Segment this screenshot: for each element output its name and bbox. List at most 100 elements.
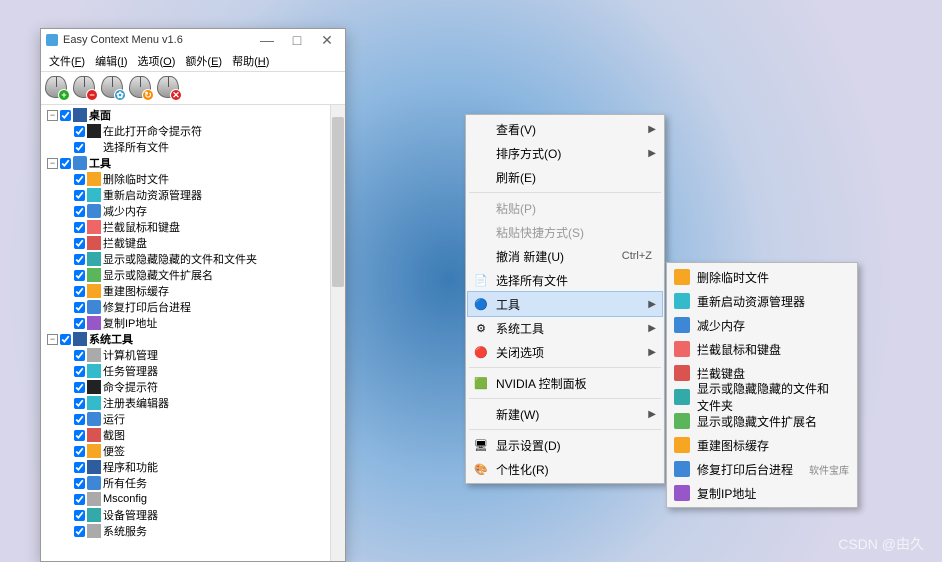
- tree-item-label[interactable]: 重建图标缓存: [103, 283, 169, 299]
- tree-checkbox[interactable]: [74, 430, 85, 441]
- tree-item-label[interactable]: 计算机管理: [103, 347, 158, 363]
- tree-item-label[interactable]: 设备管理器: [103, 507, 158, 523]
- tree-checkbox[interactable]: [74, 350, 85, 361]
- menu-h[interactable]: 帮助(H): [228, 52, 273, 70]
- tree-item-label[interactable]: 所有任务: [103, 475, 147, 491]
- tree-group-label[interactable]: 工具: [89, 155, 111, 171]
- tree-checkbox[interactable]: [74, 478, 85, 489]
- toolbar-delete-button[interactable]: ✕: [157, 76, 181, 100]
- tree-checkbox[interactable]: [74, 414, 85, 425]
- submenu-item[interactable]: 减少内存: [669, 313, 855, 337]
- menu-item[interactable]: 排序方式(O)▶: [468, 141, 662, 165]
- tree-checkbox[interactable]: [74, 382, 85, 393]
- tree-item-label[interactable]: 显示或隐藏隐藏的文件和文件夹: [103, 251, 257, 267]
- menu-item[interactable]: 撤消 新建(U)Ctrl+Z: [468, 244, 662, 268]
- toolbar-refresh-button[interactable]: ↻: [129, 76, 153, 100]
- titlebar[interactable]: Easy Context Menu v1.6 — □ ✕: [41, 29, 345, 51]
- menu-item[interactable]: 刷新(E): [468, 165, 662, 189]
- tree-checkbox[interactable]: [74, 286, 85, 297]
- menu-item[interactable]: 查看(V)▶: [468, 117, 662, 141]
- toolbar-settings-button[interactable]: ✿: [101, 76, 125, 100]
- menu-item[interactable]: 🔴关闭选项▶: [468, 340, 662, 364]
- menu-item[interactable]: 🟩NVIDIA 控制面板: [468, 371, 662, 395]
- scrollbar[interactable]: [330, 105, 345, 561]
- menu-i[interactable]: 编辑(I): [91, 52, 131, 70]
- tree-checkbox[interactable]: [74, 446, 85, 457]
- scrollbar-thumb[interactable]: [332, 117, 344, 287]
- tools-submenu[interactable]: 删除临时文件重新启动资源管理器减少内存拦截鼠标和键盘拦截键盘显示或隐藏隐藏的文件…: [666, 262, 858, 508]
- submenu-item[interactable]: 重新启动资源管理器: [669, 289, 855, 313]
- tree-checkbox[interactable]: [74, 318, 85, 329]
- tree-item-label[interactable]: 修复打印后台进程: [103, 299, 191, 315]
- tree-checkbox[interactable]: [74, 238, 85, 249]
- tree-item-label[interactable]: 任务管理器: [103, 363, 158, 379]
- maximize-button[interactable]: □: [289, 32, 305, 49]
- desktop-context-menu[interactable]: 查看(V)▶排序方式(O)▶刷新(E)粘贴(P)粘贴快捷方式(S)撤消 新建(U…: [465, 114, 665, 484]
- expand-toggle[interactable]: −: [47, 334, 58, 345]
- expand-toggle[interactable]: −: [47, 158, 58, 169]
- tree-checkbox[interactable]: [74, 366, 85, 377]
- submenu-item[interactable]: 显示或隐藏隐藏的文件和文件夹: [669, 385, 855, 409]
- minimize-button[interactable]: —: [259, 32, 275, 49]
- tree-checkbox[interactable]: [74, 206, 85, 217]
- tree-item-label[interactable]: 命令提示符: [103, 379, 158, 395]
- tree-checkbox[interactable]: [74, 126, 85, 137]
- menu-item[interactable]: 📄选择所有文件: [468, 268, 662, 292]
- tree-checkbox[interactable]: [60, 158, 71, 169]
- tree-checkbox[interactable]: [74, 270, 85, 281]
- submenu-item[interactable]: 复制IP地址: [669, 481, 855, 505]
- tree-item-label[interactable]: 在此打开命令提示符: [103, 123, 202, 139]
- submenu-item[interactable]: 拦截鼠标和键盘: [669, 337, 855, 361]
- tree-checkbox[interactable]: [74, 302, 85, 313]
- menu-item[interactable]: 🎨个性化(R): [468, 457, 662, 481]
- tree-item-label[interactable]: 拦截鼠标和键盘: [103, 219, 180, 235]
- tree-item-label[interactable]: 重新启动资源管理器: [103, 187, 202, 203]
- menu-item[interactable]: 🔵工具▶: [468, 292, 662, 316]
- submenu-item[interactable]: 删除临时文件: [669, 265, 855, 289]
- submenu-item[interactable]: 显示或隐藏文件扩展名: [669, 409, 855, 433]
- tree-item-label[interactable]: Msconfig: [103, 493, 147, 505]
- submenu-item[interactable]: 重建图标缓存: [669, 433, 855, 457]
- menu-item[interactable]: ⚙系统工具▶: [468, 316, 662, 340]
- tree-checkbox[interactable]: [74, 222, 85, 233]
- menu-item[interactable]: 🖥显示设置(D): [468, 433, 662, 457]
- tree-item-label[interactable]: 删除临时文件: [103, 171, 169, 187]
- tree-item-label[interactable]: 截图: [103, 427, 125, 443]
- expand-toggle[interactable]: −: [47, 110, 58, 121]
- tree-item-label[interactable]: 减少内存: [103, 203, 147, 219]
- tree-item-label[interactable]: 便签: [103, 443, 125, 459]
- tree-checkbox[interactable]: [74, 190, 85, 201]
- menu-e[interactable]: 额外(E): [181, 52, 226, 70]
- tree-item-label[interactable]: 复制IP地址: [103, 315, 157, 331]
- tree-item-label[interactable]: 运行: [103, 411, 125, 427]
- toolbar-remove-button[interactable]: −: [73, 76, 97, 100]
- menu-item[interactable]: 新建(W)▶: [468, 402, 662, 426]
- tree-item-label[interactable]: 注册表编辑器: [103, 395, 169, 411]
- tree-checkbox[interactable]: [74, 494, 85, 505]
- tree-item-label[interactable]: 选择所有文件: [103, 139, 169, 155]
- tree-checkbox[interactable]: [74, 526, 85, 537]
- menu-icon: [674, 485, 690, 501]
- tree-item-label[interactable]: 拦截键盘: [103, 235, 147, 251]
- close-button[interactable]: ✕: [319, 32, 335, 49]
- submenu-item[interactable]: 修复打印后台进程软件宝库: [669, 457, 855, 481]
- menu-icon: [674, 317, 690, 333]
- menu-f[interactable]: 文件(F): [45, 52, 89, 70]
- tree-item-label[interactable]: 系统服务: [103, 523, 147, 539]
- tree-item-label[interactable]: 显示或隐藏文件扩展名: [103, 267, 213, 283]
- tree-checkbox[interactable]: [74, 142, 85, 153]
- tree-checkbox[interactable]: [74, 510, 85, 521]
- menu-o[interactable]: 选项(O): [133, 52, 179, 70]
- tree-checkbox[interactable]: [60, 334, 71, 345]
- tree-checkbox[interactable]: [74, 254, 85, 265]
- tree-checkbox[interactable]: [74, 462, 85, 473]
- item-icon: [87, 380, 101, 394]
- tree-group-label[interactable]: 系统工具: [89, 331, 133, 347]
- tree-checkbox[interactable]: [74, 398, 85, 409]
- toolbar-add-button[interactable]: +: [45, 76, 69, 100]
- tree-checkbox[interactable]: [74, 174, 85, 185]
- tree-checkbox[interactable]: [60, 110, 71, 121]
- tree-view[interactable]: − 桌面在此打开命令提示符选择所有文件 − 工具删除临时文件重新启动资源管理器减少内存…: [41, 105, 330, 561]
- tree-item-label[interactable]: 程序和功能: [103, 459, 158, 475]
- tree-group-label[interactable]: 桌面: [89, 107, 111, 123]
